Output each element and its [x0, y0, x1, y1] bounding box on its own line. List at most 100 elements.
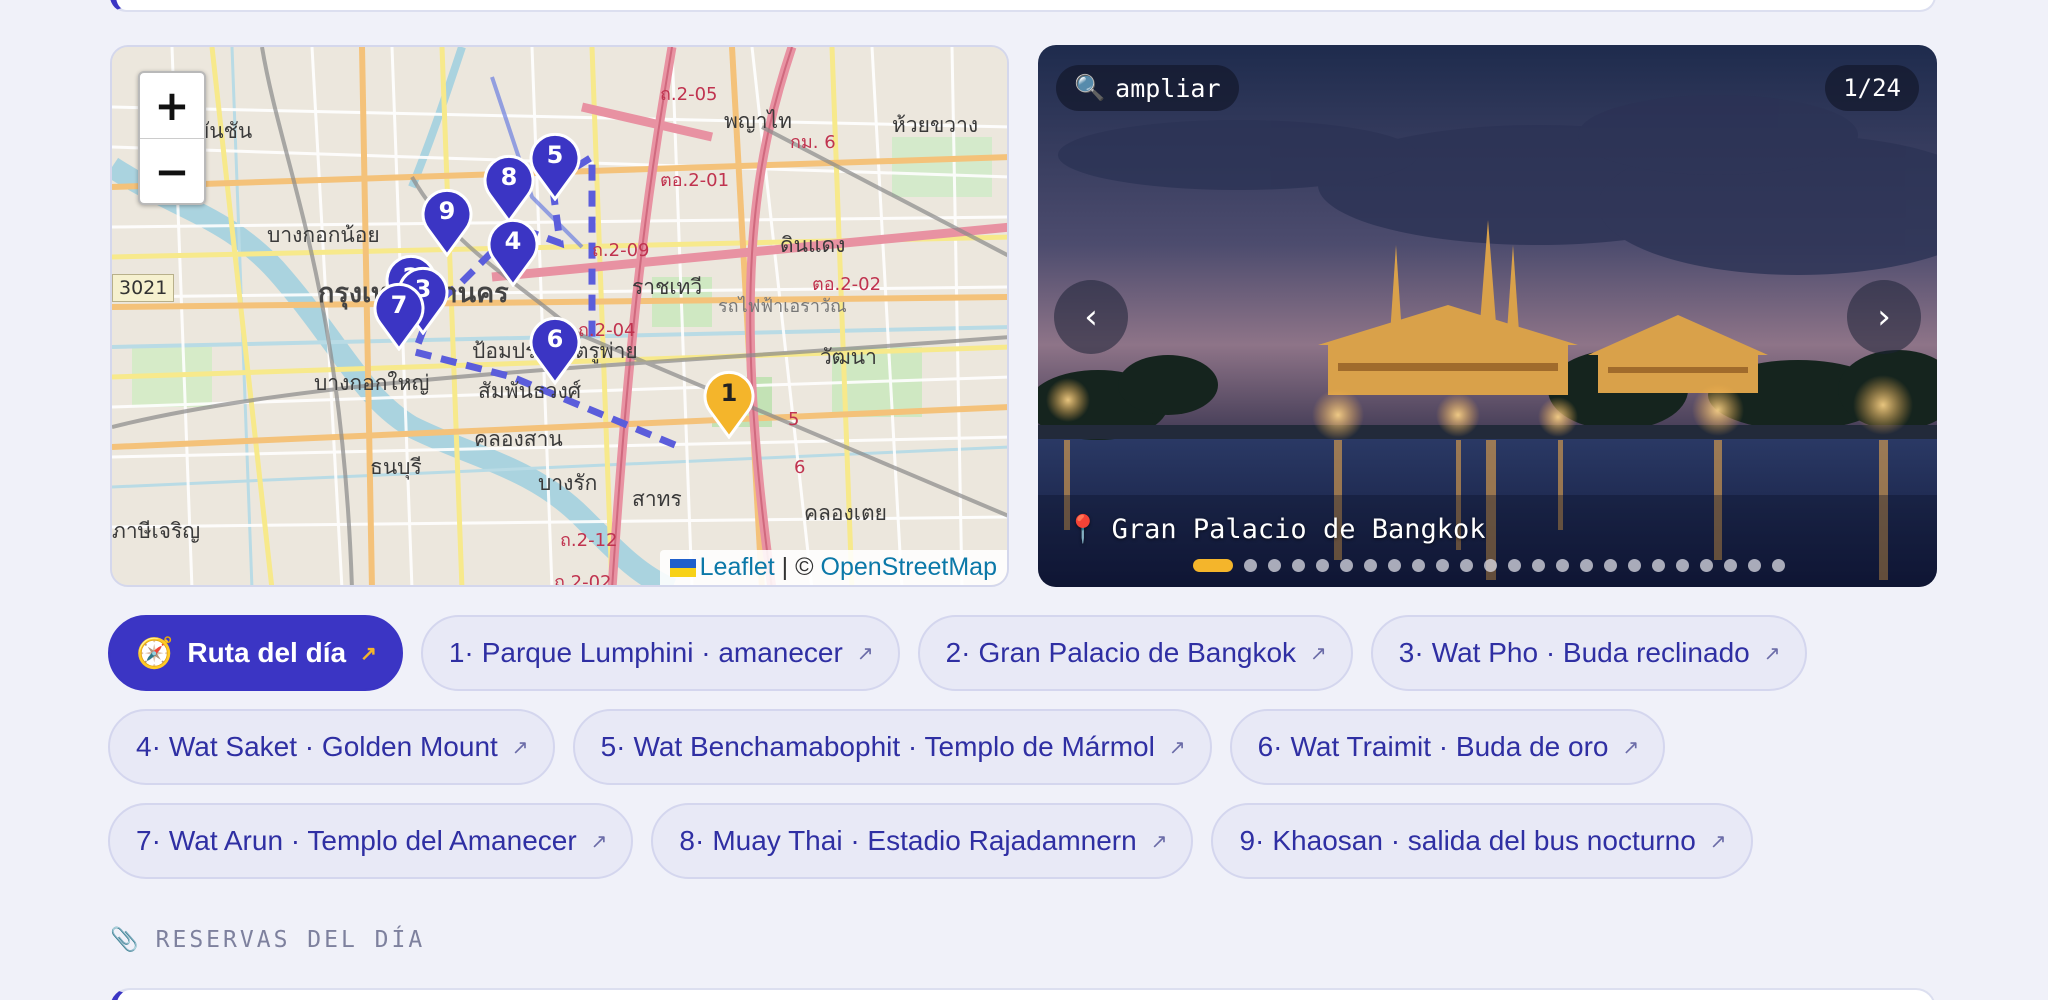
stop-chip[interactable]: 6· Wat Traimit · Buda de oro ↗	[1229, 709, 1666, 785]
road-badge: 3021	[112, 274, 175, 302]
pagination-dot[interactable]	[1628, 559, 1641, 572]
pagination-dot[interactable]	[1244, 559, 1257, 572]
pagination-dot[interactable]	[1604, 559, 1617, 572]
stop-chip[interactable]: 9· Khaosan · salida del bus nocturno ↗	[1211, 803, 1753, 879]
external-arrow-icon: ↗	[1763, 642, 1781, 665]
separator: |	[781, 553, 789, 581]
route-chips-row: 7· Wat Arun · Templo del Amanecer ↗ 8· Muay…	[108, 803, 1753, 879]
gallery-photo	[1038, 45, 1937, 587]
route-chips-row: 🧭 Ruta del día ↗ 1· Parque Lumphini · ama…	[108, 615, 1807, 691]
route-marker[interactable]: 6	[528, 315, 582, 385]
pagination-dot[interactable]	[1748, 559, 1761, 572]
ukraine-flag-icon	[669, 559, 696, 577]
pagination-dot[interactable]	[1772, 559, 1785, 572]
external-arrow-icon: ↗	[511, 736, 529, 759]
map-label: รถไฟฟ้าเอราวัณ	[718, 296, 847, 317]
pagination-dot-active[interactable]	[1193, 559, 1233, 572]
external-arrow-icon: ↗	[856, 642, 874, 665]
pagination-dot[interactable]	[1676, 559, 1689, 572]
prev-photo-button[interactable]: ‹	[1054, 280, 1128, 354]
pagination-dot[interactable]	[1292, 559, 1305, 572]
route-of-day-button[interactable]: 🧭 Ruta del día ↗	[108, 615, 403, 691]
external-arrow-icon: ↗	[1709, 830, 1727, 853]
pagination-dot[interactable]	[1460, 559, 1473, 572]
copyright: ©	[795, 553, 814, 581]
pin-icon: 📍	[1066, 514, 1100, 545]
stop-chip[interactable]: 4· Wat Saket · Golden Mount ↗	[108, 709, 555, 785]
external-arrow-icon: ↗	[1150, 830, 1168, 853]
stop-chip[interactable]: 3· Wat Pho · Buda reclinado ↗	[1370, 615, 1807, 691]
section-title-text: RESERVAS DEL DÍA	[155, 926, 426, 953]
photo-caption: 📍 Gran Palacio de Bangkok	[1066, 513, 1486, 546]
route-marker[interactable]: 5	[528, 131, 582, 201]
pagination-dot[interactable]	[1532, 559, 1545, 572]
road-label: กม. 6	[790, 132, 836, 153]
route-map[interactable]: พญาไท ห้วยขวาง ยันชัน บางกอกน้อย ดินแดง …	[110, 45, 1009, 587]
pagination-dot[interactable]	[1580, 559, 1593, 572]
route-marker[interactable]: 4	[486, 217, 540, 287]
pagination-dot[interactable]	[1724, 559, 1737, 572]
stop-chip[interactable]: 8· Muay Thai · Estadio Rajadamnern ↗	[651, 803, 1194, 879]
route-marker[interactable]: 9	[420, 187, 474, 257]
pagination-dot[interactable]	[1700, 559, 1713, 572]
route-marker[interactable]: 7	[372, 281, 426, 351]
map-label: คลองสาน	[474, 427, 563, 451]
pagination-dot[interactable]	[1316, 559, 1329, 572]
zoom-control: + −	[138, 71, 206, 205]
zoom-out-button[interactable]: −	[140, 138, 204, 203]
stop-chip[interactable]: 2· Gran Palacio de Bangkok ↗	[917, 615, 1353, 691]
paperclip-icon: 📎	[110, 927, 142, 953]
map-label: ห้วยขวาง	[892, 113, 979, 137]
osm-link[interactable]: OpenStreetMap	[821, 553, 998, 581]
road-label: ตอ.2-01	[660, 170, 730, 191]
route-of-day-label: Ruta del día	[187, 637, 347, 668]
photo-gallery[interactable]: 🔍 ampliar 1/24 ‹ › 📍 Gran Palacio de Ban…	[1038, 45, 1937, 587]
caption-text: Gran Palacio de Bangkok	[1111, 513, 1486, 545]
reservations-card	[110, 988, 1936, 1000]
pagination-dot[interactable]	[1436, 559, 1449, 572]
next-photo-button[interactable]: ›	[1847, 280, 1921, 354]
map-label: บางรัก	[538, 471, 598, 495]
photo-counter: 1/24	[1825, 65, 1919, 111]
external-arrow-icon: ↗	[1168, 736, 1186, 759]
pagination-dot[interactable]	[1508, 559, 1521, 572]
route-chips-row: 4· Wat Saket · Golden Mount ↗ 5· Wat Bencha…	[108, 709, 1666, 785]
stop-chip[interactable]: 5· Wat Benchamabophit · Templo de Mármol ↗	[572, 709, 1212, 785]
gallery-pagination	[1193, 559, 1785, 572]
pagination-dot[interactable]	[1340, 559, 1353, 572]
compass-icon: 🧭	[136, 636, 174, 670]
zoom-in-button[interactable]: +	[140, 73, 204, 138]
magnifier-icon: 🔍	[1074, 73, 1106, 102]
pagination-dot[interactable]	[1652, 559, 1665, 572]
map-label: ธนบุรี	[370, 455, 422, 479]
zoom-photo-label: ampliar	[1115, 73, 1221, 103]
pagination-dot[interactable]	[1412, 559, 1425, 572]
stop-chip[interactable]: 1· Parque Lumphini · amanecer ↗	[420, 615, 900, 691]
previous-card	[110, 0, 1936, 12]
pagination-dot[interactable]	[1364, 559, 1377, 572]
pagination-dot[interactable]	[1556, 559, 1569, 572]
map-label: ราชเทวี	[632, 275, 703, 299]
route-marker-start[interactable]: 1	[702, 369, 756, 439]
map-label: บางกอกใหญ่	[314, 371, 430, 395]
leaflet-link[interactable]: Leaflet	[700, 553, 775, 581]
zoom-photo-button[interactable]: 🔍 ampliar	[1056, 65, 1239, 111]
road-label: ถ.2-05	[660, 84, 718, 105]
pagination-dot[interactable]	[1388, 559, 1401, 572]
road-label: 6	[794, 457, 806, 478]
road-label: ถ.2-04	[578, 320, 636, 341]
road-label: ถ.2-12	[560, 530, 618, 551]
external-arrow-icon: ↗	[590, 830, 608, 853]
map-label: วัฒนา	[820, 345, 877, 369]
map-label: คลองเตย	[804, 501, 887, 525]
map-label: สาทร	[632, 487, 682, 511]
external-arrow-icon: ↗	[360, 642, 377, 665]
map-attribution: Leaflet | © OpenStreetMap	[659, 550, 1007, 585]
map-label: พญาไท	[724, 109, 792, 133]
map-label: ภาษีเจริญ	[112, 519, 201, 543]
external-arrow-icon: ↗	[1622, 736, 1640, 759]
pagination-dot[interactable]	[1484, 559, 1497, 572]
stop-chip[interactable]: 7· Wat Arun · Templo del Amanecer ↗	[108, 803, 634, 879]
pagination-dot[interactable]	[1268, 559, 1281, 572]
road-label: ถ.2-02	[554, 572, 612, 587]
